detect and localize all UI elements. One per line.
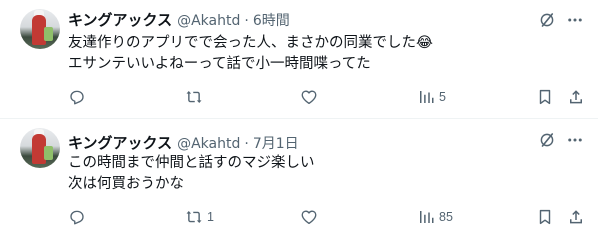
tweet-text-line: エサンテいいよねーって話で小一時間喋ってた — [68, 56, 371, 72]
views-button[interactable]: 5 — [417, 82, 446, 112]
timestamp[interactable]: 7月1日 — [253, 133, 299, 153]
retweet-icon — [186, 211, 202, 223]
tweet-text-line: この時間まで仲間と話すのマジ楽しい — [68, 155, 315, 171]
share-icon — [570, 90, 582, 104]
tweet-text: 友達作りのアプリでで会った人、まさかの同業でした😂 エサンテいいよねーって話で小… — [68, 33, 433, 75]
view-count: 85 — [439, 210, 453, 224]
action-bar: 5 — [60, 82, 598, 112]
bookmark-icon — [539, 209, 551, 225]
tweet-header: キングアックス @Akahtd · 7月1日 — [68, 132, 299, 153]
tweet-text-line: 友達作りのアプリでで会った人、まさかの同業でした😂 — [68, 35, 433, 51]
user-handle[interactable]: @Akahtd — [177, 13, 240, 29]
user-handle[interactable]: @Akahtd — [177, 136, 240, 152]
views-icon — [420, 211, 434, 223]
retweet-button[interactable] — [185, 82, 207, 112]
reply-icon — [70, 90, 84, 105]
views-icon — [420, 91, 434, 103]
more-icon[interactable] — [566, 131, 584, 149]
separator-dot: · — [244, 136, 249, 152]
tweet-text: この時間まで仲間と話すのマジ楽しい 次は何買おうかな — [68, 153, 315, 195]
view-count: 5 — [439, 90, 446, 104]
display-name[interactable]: キングアックス — [68, 132, 172, 153]
reply-icon — [70, 210, 84, 225]
like-button[interactable] — [300, 82, 322, 112]
retweet-icon — [186, 91, 202, 103]
share-button[interactable] — [567, 82, 585, 112]
avatar[interactable] — [20, 128, 60, 168]
share-icon — [570, 210, 582, 224]
tweet-text-line: 次は何買おうかな — [68, 176, 184, 192]
action-bar: 1 85 — [60, 202, 598, 232]
bookmark-button[interactable] — [536, 202, 554, 232]
like-button[interactable] — [300, 202, 322, 232]
share-button[interactable] — [567, 202, 585, 232]
grok-icon[interactable] — [538, 11, 556, 29]
grok-icon[interactable] — [538, 131, 556, 149]
like-icon — [301, 90, 317, 105]
tweet-article[interactable]: キングアックス @Akahtd · 6時間 友達作りのアプリでで会った人、まさか… — [0, 0, 598, 119]
reply-button[interactable] — [68, 202, 90, 232]
bookmark-button[interactable] — [536, 82, 554, 112]
views-button[interactable]: 85 — [417, 202, 453, 232]
timestamp[interactable]: 6時間 — [253, 10, 290, 30]
separator-dot: · — [244, 13, 249, 29]
retweet-button[interactable]: 1 — [185, 202, 214, 232]
avatar[interactable] — [20, 9, 60, 49]
tweet-header: キングアックス @Akahtd · 6時間 — [68, 9, 290, 30]
retweet-count: 1 — [207, 210, 214, 224]
like-icon — [301, 210, 317, 225]
more-icon[interactable] — [566, 11, 584, 29]
display-name[interactable]: キングアックス — [68, 9, 172, 30]
reply-button[interactable] — [68, 82, 90, 112]
bookmark-icon — [539, 89, 551, 105]
